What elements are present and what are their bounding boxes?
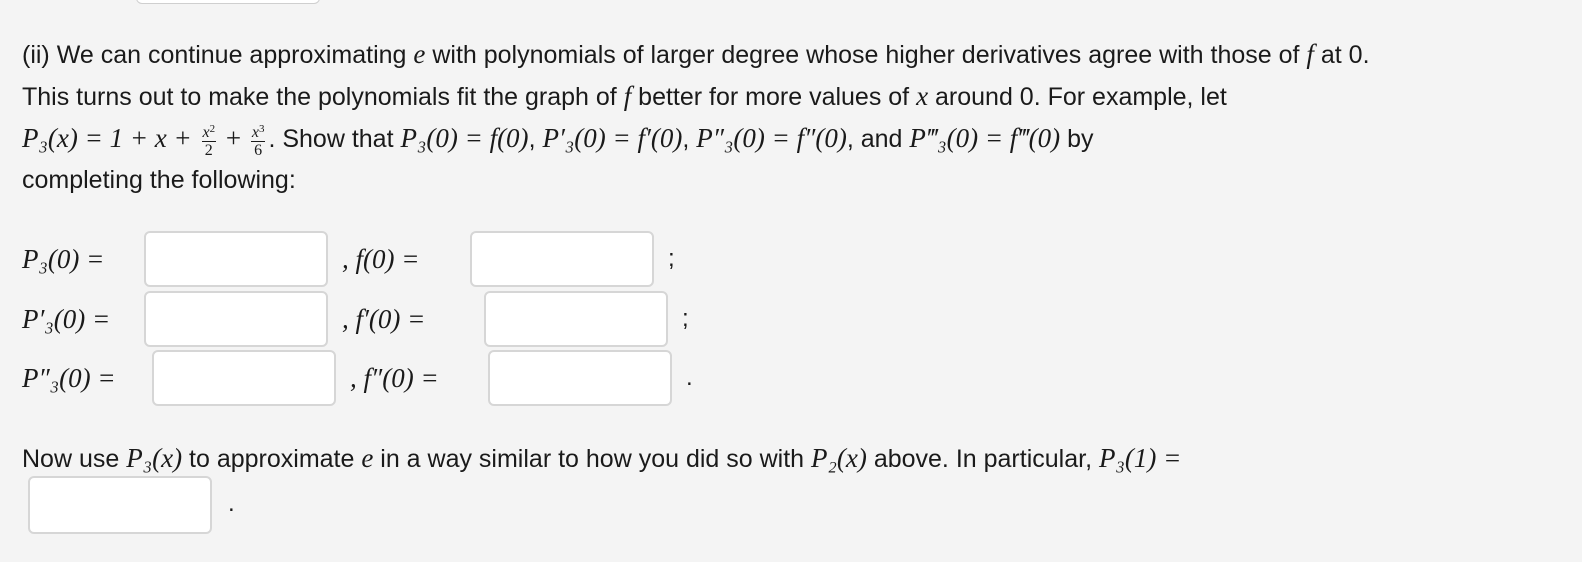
- text-segment: to approximate: [182, 445, 362, 473]
- text-segment: Now use: [22, 445, 127, 473]
- f-prime-at-0-input[interactable]: [484, 291, 668, 347]
- row-end-punct: ;: [682, 305, 689, 332]
- text-segment: above. In particular,: [866, 445, 1099, 473]
- polynomial-definition: P₃(x) = 1 + x +: [22, 123, 199, 153]
- statement-line-2: This turns out to make the polynomials f…: [22, 76, 1562, 118]
- answer-row-p3-prime: P′₃(0) = , f′(0) = ;: [22, 290, 689, 348]
- row-label-f: , f(0) =: [342, 243, 420, 274]
- text-segment: in a way similar to how you did so with: [373, 445, 812, 473]
- answer-row-p3: P₃(0) = , f(0) = ;: [22, 230, 675, 288]
- previous-answer-box-edge[interactable]: [136, 0, 320, 4]
- condition-p3-prime: P′₃(0) = f′(0): [542, 123, 683, 153]
- math-p3-of-1: P₃(1) =: [1098, 443, 1182, 473]
- p3-at-0-input[interactable]: [144, 231, 328, 287]
- row-end-punct: .: [686, 364, 693, 391]
- text-segment: by: [1060, 125, 1094, 153]
- f-at-0-input[interactable]: [470, 231, 654, 287]
- text-segment: This turns out to make the polynomials f…: [22, 83, 624, 111]
- fraction-x2-over-2: x2 2: [201, 123, 217, 160]
- text-segment: better for more values of: [631, 83, 917, 111]
- row-label-p3-double-prime: P″₃(0) =: [22, 362, 116, 393]
- math-f: f: [1306, 39, 1314, 69]
- math-x: x: [916, 81, 929, 111]
- text-segment: with polynomials of larger degree whose …: [425, 41, 1307, 69]
- math-e: e: [413, 39, 426, 69]
- p3-at-1-input[interactable]: [28, 476, 212, 534]
- approximation-instruction: Now use P₃(x) to approximate e in a way …: [22, 438, 1181, 480]
- math-p2x: P₂(x): [811, 443, 867, 473]
- row-label-p3-prime: P′₃(0) =: [22, 303, 111, 334]
- final-period: .: [228, 490, 235, 517]
- answer-row-p3-double-prime: P″₃(0) = , f″(0) = .: [22, 349, 693, 407]
- statement-line-4: completing the following:: [22, 166, 296, 194]
- text-segment: . Show that: [268, 125, 401, 153]
- fraction-x3-over-6: x3 6: [250, 123, 266, 160]
- condition-p3: P₃(0) = f(0): [400, 123, 529, 153]
- text-segment: , and: [846, 125, 910, 153]
- plus-sign: +: [219, 123, 248, 153]
- row-label-f-double-prime: , f″(0) =: [350, 362, 439, 393]
- math-e: e: [361, 443, 374, 473]
- text-segment: at 0.: [1313, 41, 1370, 69]
- row-label-f-prime: , f′(0) =: [342, 303, 426, 334]
- p3-prime-at-0-input[interactable]: [144, 291, 328, 347]
- text-segment: around 0. For example, let: [928, 83, 1227, 111]
- f-double-prime-at-0-input[interactable]: [488, 350, 672, 406]
- math-p3x: P₃(x): [126, 443, 183, 473]
- statement-line-3: P₃(x) = 1 + x + x2 2 + x3 6. Show that P₃(…: [22, 123, 1094, 160]
- statement-line-1: (ii) We can continue approximating e wit…: [22, 34, 1562, 76]
- text-segment: (ii) We can continue approximating: [22, 41, 414, 69]
- p3-double-prime-at-0-input[interactable]: [152, 350, 336, 406]
- row-end-punct: ;: [668, 245, 675, 272]
- condition-p3-triple-prime: P‴₃(0) = f‴(0): [909, 123, 1061, 153]
- problem-statement: (ii) We can continue approximating e wit…: [22, 34, 1562, 201]
- condition-p3-double-prime: P″₃(0) = f″(0): [696, 123, 847, 153]
- row-label-p3: P₃(0) =: [22, 243, 105, 274]
